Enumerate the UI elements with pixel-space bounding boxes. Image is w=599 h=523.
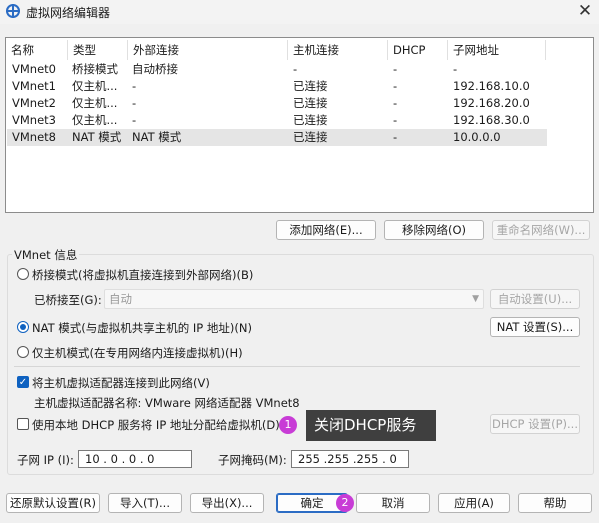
title-bar: 虚拟网络编辑器 ✕ — [0, 0, 599, 24]
cell-dhcp: - — [393, 96, 398, 110]
cell-host: 已连接 — [293, 113, 328, 127]
cell-dhcp: - — [393, 130, 398, 144]
adapter-name-label: 主机虚拟适配器名称: VMware 网络适配器 VMnet8 — [34, 396, 300, 410]
cell-type: 仅主机... — [72, 96, 118, 110]
subnet-ip-label: 子网 IP (I): — [17, 453, 74, 467]
auto-settings-button[interactable]: 自动设置(U)... — [490, 289, 580, 309]
network-app-icon — [6, 4, 20, 18]
cell-external: NAT 模式 — [132, 130, 182, 144]
cell-type: 桥接模式 — [72, 62, 118, 76]
cell-subnet: 192.168.30.0 — [453, 113, 530, 127]
step-badge-2: 2 — [336, 494, 354, 512]
divider — [14, 366, 580, 367]
cell-host: - — [293, 62, 298, 76]
cell-type: 仅主机... — [72, 79, 118, 93]
column-header-dhcp[interactable]: DHCP — [388, 40, 448, 60]
subnet-ip-input[interactable]: 10 . 0 . 0 . 0 — [78, 450, 192, 468]
nat-mode-label[interactable]: NAT 模式(与虚拟机共享主机的 IP 地址)(N) — [32, 320, 252, 336]
step-badge-1: 1 — [279, 416, 297, 434]
host-only-radio[interactable] — [17, 346, 29, 358]
bridged-to-label: 已桥接至(G): — [34, 293, 102, 307]
host-only-label[interactable]: 仅主机模式(在专用网络内连接虚拟机)(H) — [32, 345, 243, 361]
bridged-to-select[interactable]: 自动 ▼ — [104, 289, 484, 309]
add-network-button[interactable]: 添加网络(E)... — [276, 220, 376, 240]
cell-dhcp: - — [393, 79, 398, 93]
cell-name: VMnet1 — [12, 79, 56, 93]
remove-network-button[interactable]: 移除网络(O) — [384, 220, 484, 240]
dhcp-settings-button[interactable]: DHCP 设置(P)... — [490, 414, 580, 434]
bridged-mode-label[interactable]: 桥接模式(将虚拟机直接连接到外部网络)(B) — [32, 267, 253, 283]
column-header-name[interactable]: 名称 — [6, 40, 68, 60]
cancel-button[interactable]: 取消 — [356, 493, 430, 513]
vmnet-info-label: VMnet 信息 — [12, 247, 80, 263]
cell-external: 自动桥接 — [132, 62, 178, 76]
cell-host: 已连接 — [293, 96, 328, 110]
nat-settings-button[interactable]: NAT 设置(S)... — [490, 317, 580, 337]
vmnet-info-group — [7, 254, 594, 475]
cell-external: - — [132, 79, 137, 93]
annotation-tooltip: 关闭DHCP服务 — [306, 410, 436, 441]
bridged-mode-radio[interactable] — [17, 268, 29, 280]
cell-external: - — [132, 113, 137, 127]
import-button[interactable]: 导入(T)... — [108, 493, 182, 513]
export-button[interactable]: 导出(X)... — [190, 493, 264, 513]
window-title: 虚拟网络编辑器 — [26, 6, 111, 20]
network-list[interactable]: 名称 类型 外部连接 主机连接 DHCP 子网地址 VMnet0 桥接模式 自动… — [5, 37, 594, 213]
cell-subnet: 192.168.20.0 — [453, 96, 530, 110]
rename-network-button[interactable]: 重命名网络(W)... — [492, 220, 590, 240]
subnet-mask-label: 子网掩码(M): — [218, 453, 287, 467]
cell-subnet: 192.168.10.0 — [453, 79, 530, 93]
cell-dhcp: - — [393, 113, 398, 127]
apply-button[interactable]: 应用(A) — [438, 493, 510, 513]
cell-type: NAT 模式 — [72, 130, 122, 144]
nat-mode-radio[interactable] — [17, 321, 29, 333]
bridged-to-value: 自动 — [109, 292, 132, 306]
connect-adapter-checkbox[interactable]: ✓ — [17, 376, 29, 388]
cell-name: VMnet0 — [12, 62, 56, 76]
cell-dhcp: - — [393, 62, 398, 76]
cell-name: VMnet2 — [12, 96, 56, 110]
cell-name: VMnet8 — [12, 130, 56, 144]
close-icon[interactable]: ✕ — [574, 1, 596, 21]
cell-host: 已连接 — [293, 130, 328, 144]
subnet-mask-input[interactable]: 255 .255 .255 . 0 — [291, 450, 409, 468]
cell-host: 已连接 — [293, 79, 328, 93]
cell-subnet: - — [453, 62, 458, 76]
cell-subnet: 10.0.0.0 — [453, 130, 501, 144]
column-header-host[interactable]: 主机连接 — [288, 40, 388, 60]
restore-defaults-button[interactable]: 还原默认设置(R) — [6, 493, 100, 513]
cell-type: 仅主机... — [72, 113, 118, 127]
dhcp-label[interactable]: 使用本地 DHCP 服务将 IP 地址分配给虚拟机(D) — [32, 417, 280, 433]
help-button[interactable]: 帮助 — [518, 493, 592, 513]
cell-name: VMnet3 — [12, 113, 56, 127]
column-header-type[interactable]: 类型 — [68, 40, 128, 60]
dhcp-checkbox[interactable] — [17, 418, 29, 430]
connect-adapter-label[interactable]: 将主机虚拟适配器连接到此网络(V) — [32, 375, 210, 391]
column-header-external[interactable]: 外部连接 — [128, 40, 288, 60]
column-header-subnet[interactable]: 子网地址 — [448, 40, 546, 60]
cell-external: - — [132, 96, 137, 110]
chevron-down-icon: ▼ — [472, 294, 479, 304]
